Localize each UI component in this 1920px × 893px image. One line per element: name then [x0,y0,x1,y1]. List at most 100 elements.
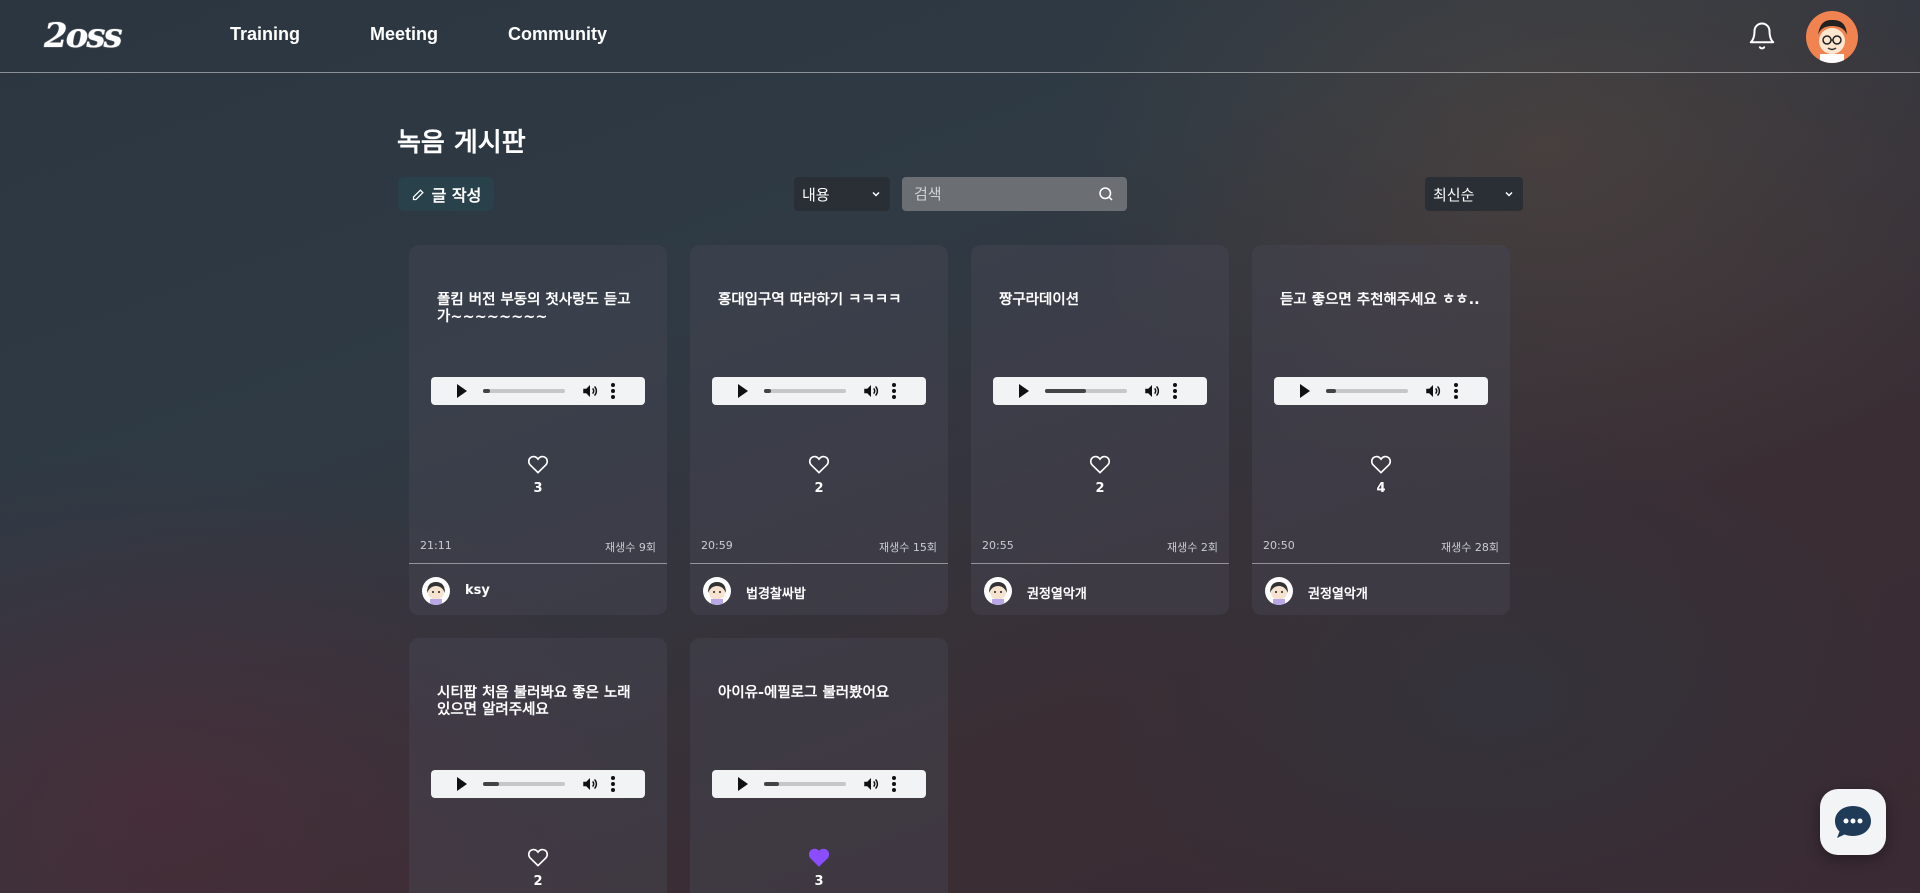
volume-icon[interactable] [862,775,880,793]
post-card[interactable]: 아이유-에필로그 불러봤어요 3 [690,638,948,893]
chevron-down-icon [1505,191,1513,197]
logo-text: 2oss [44,16,123,56]
post-title[interactable]: 짱구라데이션 [999,292,1204,309]
volume-icon[interactable] [1424,382,1442,400]
play-count: 재생수 9회 [605,541,656,554]
play-count: 재생수 28회 [1441,541,1499,554]
post-card[interactable]: 홍대입구역 따라하기 ㅋㅋㅋㅋ 2 20:59 재생수 15회 법경찰싸밥 [690,245,948,615]
play-icon[interactable] [738,777,748,791]
filter-select-value: 내용 [802,185,830,204]
audio-progress-fill [483,389,490,393]
search-bar [902,177,1127,211]
audio-progress-bar[interactable] [764,389,846,393]
audio-player [431,770,645,798]
post-time: 20:55 [982,539,1014,552]
audio-player [431,377,645,405]
volume-icon[interactable] [1143,382,1161,400]
audio-progress-bar[interactable] [483,389,565,393]
chevron-down-icon [872,191,880,197]
post-title[interactable]: 듣고 좋으면 추천해주세요 ㅎㅎ.. [1280,292,1485,309]
heart-icon[interactable] [527,847,549,867]
card-divider [971,563,1229,564]
user-name[interactable]: 권정열악개 [1308,583,1368,602]
user-avatar[interactable] [422,577,450,605]
post-card[interactable]: 폴킴 버전 부동의 첫사랑도 듣고 가~~~~~~~~ 3 21:11 재생수 … [409,245,667,615]
write-post-label: 글 작성 [431,186,482,205]
site-logo[interactable]: 2oss [44,16,123,56]
post-time: 20:59 [701,539,733,552]
post-card[interactable]: 듣고 좋으면 추천해주세요 ㅎㅎ.. 4 20:50 재생수 28회 권정열악개 [1252,245,1510,615]
play-icon[interactable] [457,777,467,791]
heart-icon[interactable] [527,454,549,474]
user-avatar[interactable] [703,577,731,605]
post-time: 20:50 [1263,539,1295,552]
like-count: 3 [814,874,824,889]
more-options-icon[interactable] [1173,383,1177,399]
more-options-icon[interactable] [611,776,615,792]
audio-progress-fill [1045,389,1086,393]
post-card[interactable]: 시티팝 처음 불러봐요 좋은 노래 있으면 알려주세요 2 [409,638,667,893]
user-face-icon [427,582,445,605]
play-icon[interactable] [1019,384,1029,398]
post-card[interactable]: 짱구라데이션 2 20:55 재생수 2회 권정열악개 [971,245,1229,615]
audio-progress-bar[interactable] [483,782,565,786]
heart-icon[interactable] [808,847,830,867]
more-options-icon[interactable] [1454,383,1458,399]
play-icon[interactable] [738,384,748,398]
more-options-icon[interactable] [892,776,896,792]
user-avatar[interactable] [1265,577,1293,605]
top-navbar: 2oss Training Meeting Community [0,0,1920,73]
chat-button[interactable] [1820,789,1886,855]
audio-progress-fill [1326,389,1336,393]
user-name[interactable]: 권정열악개 [1027,583,1087,602]
user-avatar[interactable] [984,577,1012,605]
user-name[interactable]: ksy [465,583,490,598]
nav-community[interactable]: Community [508,24,607,45]
play-icon[interactable] [1300,384,1310,398]
post-title[interactable]: 시티팝 처음 불러봐요 좋은 노래 있으면 알려주세요 [437,685,642,719]
volume-icon[interactable] [862,382,880,400]
write-post-button[interactable]: 글 작성 [398,177,494,211]
volume-icon[interactable] [581,775,599,793]
chat-bubble-icon [1835,806,1871,838]
like-count: 2 [533,874,543,889]
play-count: 재생수 15회 [879,541,937,554]
card-divider [1252,563,1510,564]
filter-select[interactable]: 내용 [794,177,890,211]
user-name[interactable]: 법경찰싸밥 [746,583,806,602]
post-title[interactable]: 폴킴 버전 부동의 첫사랑도 듣고 가~~~~~~~~ [437,292,642,326]
profile-avatar[interactable] [1806,11,1858,63]
pencil-icon [412,188,424,200]
audio-player [1274,377,1488,405]
nav-training[interactable]: Training [230,24,300,45]
search-input[interactable] [914,185,1074,203]
like-count: 2 [814,481,824,496]
post-title[interactable]: 홍대입구역 따라하기 ㅋㅋㅋㅋ [718,292,923,309]
profile-face-icon [1818,19,1847,63]
audio-progress-bar[interactable] [764,782,846,786]
like-count: 2 [1095,481,1105,496]
bell-icon[interactable] [1747,20,1777,52]
audio-player [993,377,1207,405]
main-nav: Training Meeting Community [230,24,607,45]
user-face-icon [989,582,1007,605]
user-face-icon [1270,582,1288,605]
sort-select[interactable]: 최신순 [1425,177,1523,211]
audio-progress-bar[interactable] [1326,389,1408,393]
play-count: 재생수 2회 [1167,541,1218,554]
more-options-icon[interactable] [892,383,896,399]
heart-icon[interactable] [1370,454,1392,474]
heart-icon[interactable] [1089,454,1111,474]
play-icon[interactable] [457,384,467,398]
audio-progress-bar[interactable] [1045,389,1127,393]
search-icon[interactable] [1097,185,1115,203]
card-divider [690,563,948,564]
heart-icon[interactable] [808,454,830,474]
nav-meeting[interactable]: Meeting [370,24,438,45]
page-title: 녹음 게시판 [397,128,526,158]
more-options-icon[interactable] [611,383,615,399]
volume-icon[interactable] [581,382,599,400]
post-title[interactable]: 아이유-에필로그 불러봤어요 [718,685,923,702]
audio-player [712,770,926,798]
sort-select-value: 최신순 [1433,185,1475,204]
